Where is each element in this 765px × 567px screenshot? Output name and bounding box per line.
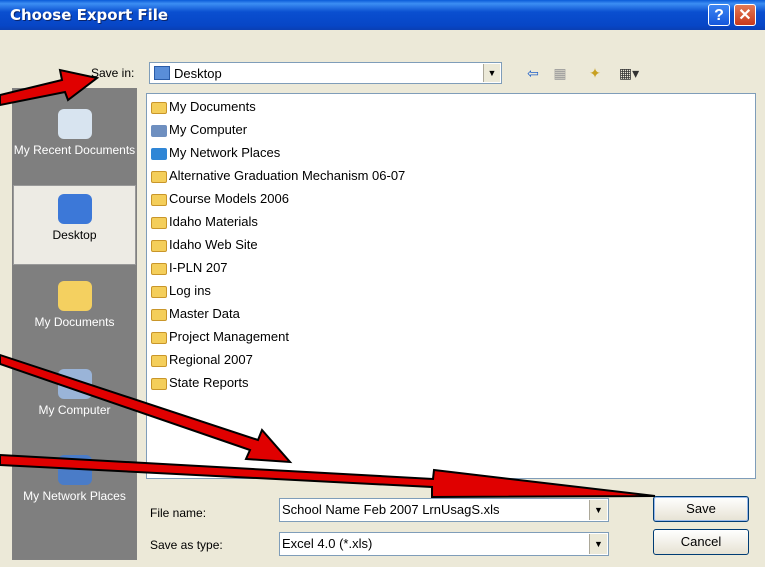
arrow-to-save-button — [0, 453, 656, 499]
arrow-to-file-list — [0, 353, 293, 464]
annotation-arrows — [0, 68, 656, 499]
arrow-to-save-in — [0, 68, 100, 107]
